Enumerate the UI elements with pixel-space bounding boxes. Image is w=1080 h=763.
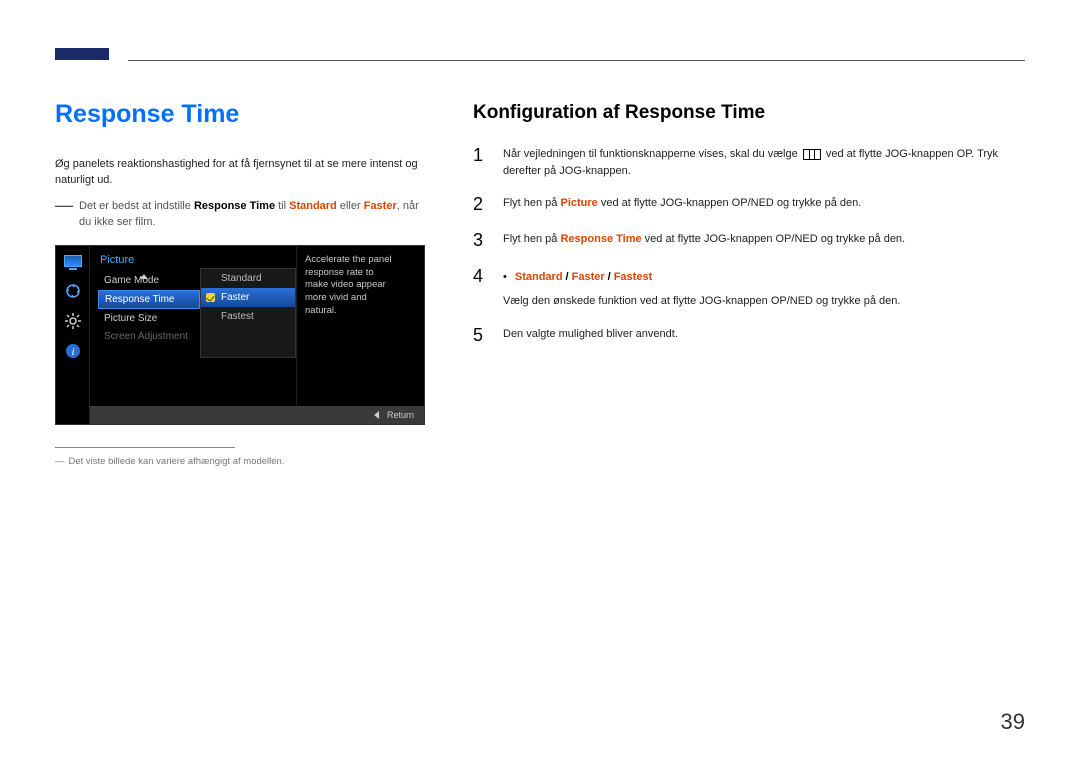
step-number: 5 [473, 326, 489, 346]
step-5: 5 Den valgte mulighed bliver anvendt. [473, 326, 1025, 346]
svg-text:i: i [71, 346, 74, 358]
osd-sidebar: i [56, 246, 90, 424]
bullet-icon: • [503, 269, 507, 286]
osd-description: Accelerate the panel response rate to ma… [296, 246, 404, 406]
step-3-response-time: Response Time [560, 233, 641, 245]
page-content: Response Time Øg panelets reaktionshasti… [55, 100, 1025, 467]
osd-menu: i Picture Game Mode Response Time Pictur… [55, 245, 425, 425]
osd-item-screen-adjustment: Screen Adjustment [98, 328, 200, 345]
settings-circle-icon [62, 282, 84, 300]
note-row: ― Det er bedst at indstille Response Tim… [55, 199, 425, 231]
osd-footer: Return [90, 406, 424, 424]
header-rule [128, 60, 1025, 61]
step-2: 2 Flyt hen på Picture ved at flytte JOG-… [473, 195, 1025, 215]
step-2-body: Flyt hen på Picture ved at flytte JOG-kn… [503, 195, 1025, 212]
footnote: ― Det viste billede kan variere afhængig… [55, 456, 425, 467]
step-3: 3 Flyt hen på Response Time ved at flytt… [473, 231, 1025, 251]
page-number: 39 [1001, 709, 1025, 735]
osd-item-picture-size: Picture Size [98, 310, 200, 327]
step-number: 4 [473, 267, 489, 287]
osd-submenu: Standard Faster Fastest [200, 268, 296, 358]
step-1-body: Når vejledningen til funktionsknapperne … [503, 146, 1025, 179]
note-dash-icon: ― [55, 199, 73, 231]
osd-menu-title: Picture [98, 252, 200, 272]
step-4-body: • Standard/Faster/Fastest Vælg den ønske… [503, 267, 1025, 310]
menu-glyph-icon [803, 149, 821, 160]
info-icon: i [62, 342, 84, 360]
osd-return-label: Return [387, 410, 414, 420]
osd-main: Picture Game Mode Response Time Picture … [90, 246, 424, 424]
osd-item-game-mode: Game Mode [98, 272, 200, 289]
note-text: Det er bedst at indstille Response Time … [79, 199, 425, 231]
step-1: 1 Når vejledningen til funktionsknappern… [473, 146, 1025, 179]
scroll-up-icon [140, 274, 148, 279]
left-column: Response Time Øg panelets reaktionshasti… [55, 100, 425, 467]
step-2-picture: Picture [560, 197, 597, 209]
page-title: Response Time [55, 100, 425, 129]
note-faster: Faster [364, 200, 397, 212]
step-number: 3 [473, 231, 489, 251]
option-faster: Faster [572, 271, 605, 283]
osd-menu-column: Picture Game Mode Response Time Picture … [90, 246, 200, 406]
osd-sub-standard: Standard [201, 269, 295, 288]
picture-tab-icon [62, 252, 84, 270]
note-response-time: Response Time [194, 200, 275, 212]
step-number: 2 [473, 195, 489, 215]
osd-sub-faster: Faster [201, 288, 295, 307]
step-4: 4 • Standard/Faster/Fastest Vælg den øns… [473, 267, 1025, 310]
option-standard: Standard [515, 271, 563, 283]
footnote-rule [55, 447, 235, 448]
step-3-body: Flyt hen på Response Time ved at flytte … [503, 231, 1025, 248]
back-arrow-icon [374, 411, 379, 419]
step-number: 1 [473, 146, 489, 166]
footnote-dash-icon: ― [55, 456, 65, 467]
note-standard: Standard [289, 200, 337, 212]
section-title: Konfiguration af Response Time [473, 102, 1025, 124]
header-accent-bar [55, 48, 109, 60]
right-column: Konfiguration af Response Time 1 Når vej… [473, 100, 1025, 467]
footnote-text: Det viste billede kan variere afhængigt … [69, 456, 285, 467]
osd-item-response-time: Response Time [98, 290, 200, 309]
osd-sub-fastest: Fastest [201, 307, 295, 326]
gear-icon [62, 312, 84, 330]
intro-text: Øg panelets reaktionshastighed for at få… [55, 157, 425, 189]
option-fastest: Fastest [614, 271, 653, 283]
step-5-body: Den valgte mulighed bliver anvendt. [503, 326, 1025, 343]
options-line: • Standard/Faster/Fastest [503, 269, 1025, 286]
